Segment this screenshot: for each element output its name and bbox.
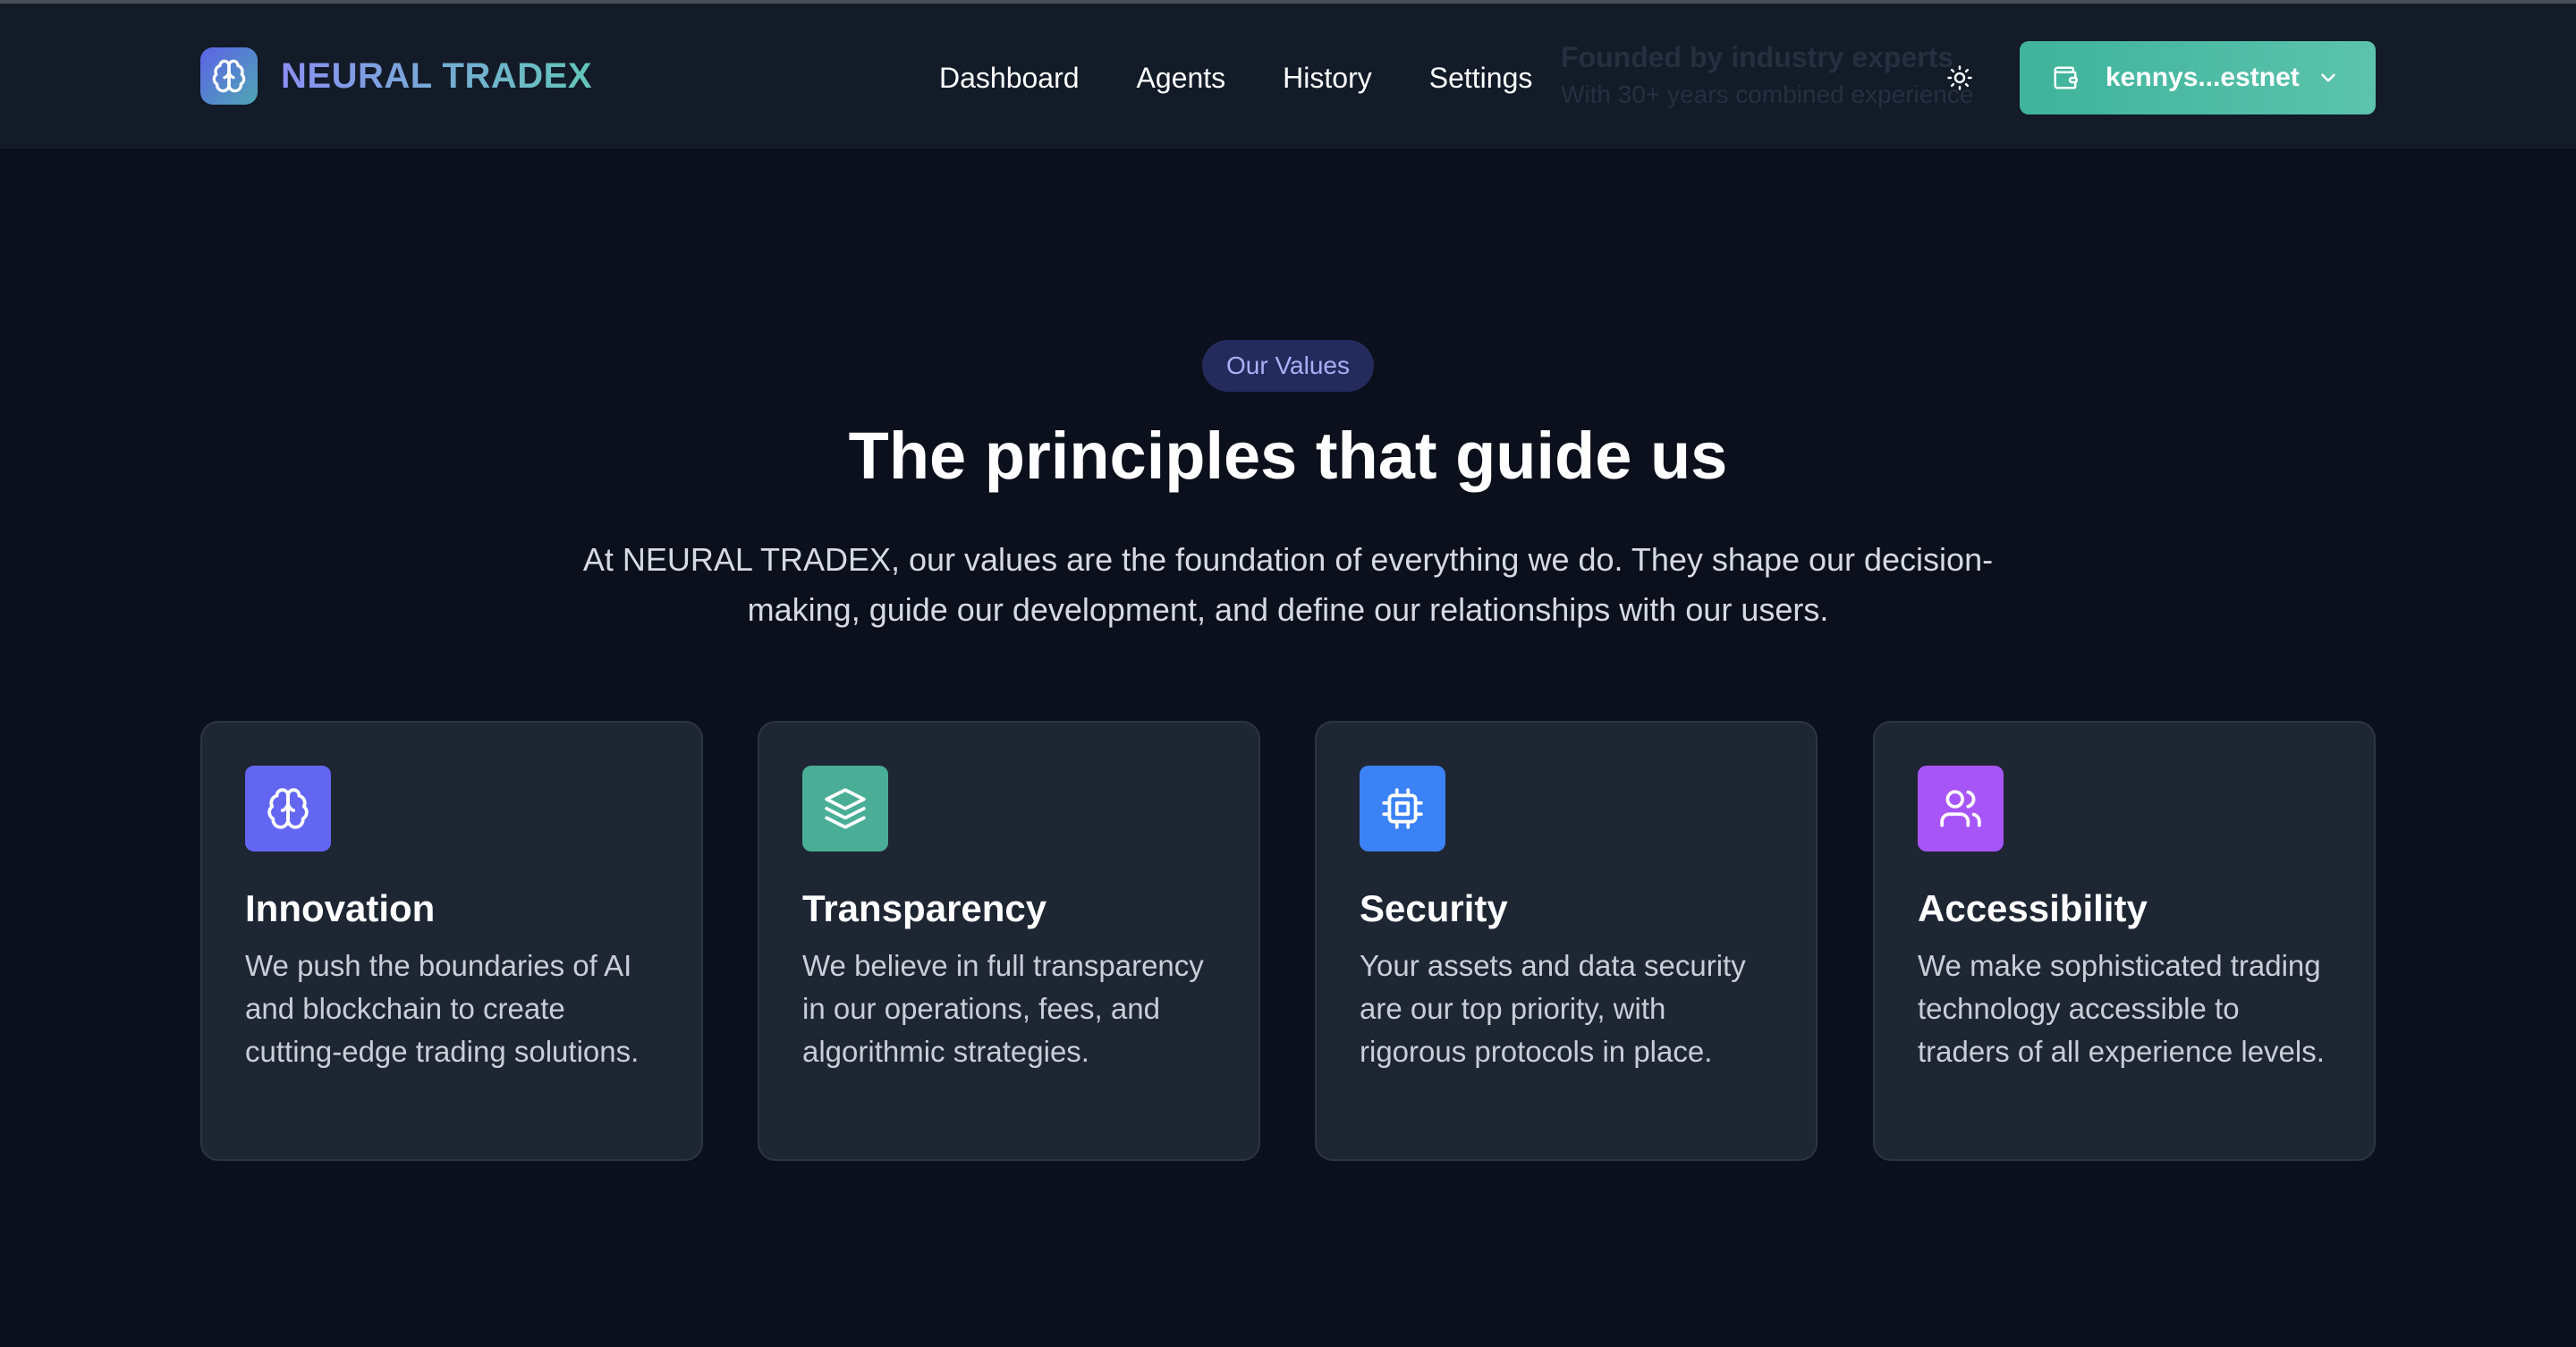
brand-name: NEURAL TRADEX [281, 55, 593, 96]
chevron-down-icon [2321, 73, 2335, 82]
value-card-accessibility: Accessibility We make sophisticated trad… [1873, 721, 2376, 1161]
section-headline: The principles that guide us [848, 419, 1728, 493]
nav-agents[interactable]: Agents [1137, 62, 1226, 95]
value-card-title: Security [1360, 887, 1508, 929]
nav-history[interactable]: History [1283, 62, 1372, 95]
values-grid: Innovation We push the boundaries of AI … [200, 721, 2376, 1161]
value-card-description: We push the boundaries of AI and blockch… [245, 949, 640, 1068]
value-card-transparency: Transparency We believe in full transpar… [758, 721, 1260, 1161]
value-card-description: Your assets and data security are our to… [1360, 949, 1746, 1068]
layers-icon [802, 766, 888, 851]
wallet-address: kennys...estnet [2106, 63, 2300, 92]
ghost-subtitle: With 30+ years combined experience [1561, 80, 1974, 108]
value-card-title: Transparency [802, 887, 1047, 929]
ghost-overlay-text: Founded by industry experts With 30+ yea… [1561, 39, 1973, 114]
value-card-title: Accessibility [1918, 887, 2148, 929]
users-icon [1918, 766, 2004, 851]
brain-icon [245, 766, 331, 851]
wallet-icon [2054, 66, 2078, 89]
brand-link[interactable]: NEURAL TRADEX [200, 47, 592, 106]
value-card-innovation: Innovation We push the boundaries of AI … [200, 721, 703, 1161]
chip-icon [1360, 766, 1445, 851]
theme-toggle-button[interactable] [1941, 59, 1979, 97]
value-card-description: We believe in full transparency in our o… [802, 949, 1204, 1068]
top-navbar: Founded by industry experts With 30+ yea… [0, 4, 2576, 148]
value-card-security: Security Your assets and data security a… [1315, 721, 1818, 1161]
sun-icon [1947, 65, 1972, 90]
brain-icon [200, 47, 258, 105]
ghost-title: Founded by industry experts [1561, 41, 1954, 73]
section-description: At NEURAL TRADEX, our values are the fou… [582, 541, 1994, 628]
section-badge: Our Values [1202, 340, 1374, 392]
nav-dashboard[interactable]: Dashboard [939, 62, 1080, 95]
nav-settings[interactable]: Settings [1429, 62, 1533, 95]
main-nav: Dashboard Agents History Settings [939, 55, 1532, 100]
value-card-title: Innovation [245, 887, 436, 929]
wallet-button[interactable]: kennys...estnet [2020, 41, 2376, 114]
value-card-description: We make sophisticated trading technology… [1918, 949, 2325, 1068]
